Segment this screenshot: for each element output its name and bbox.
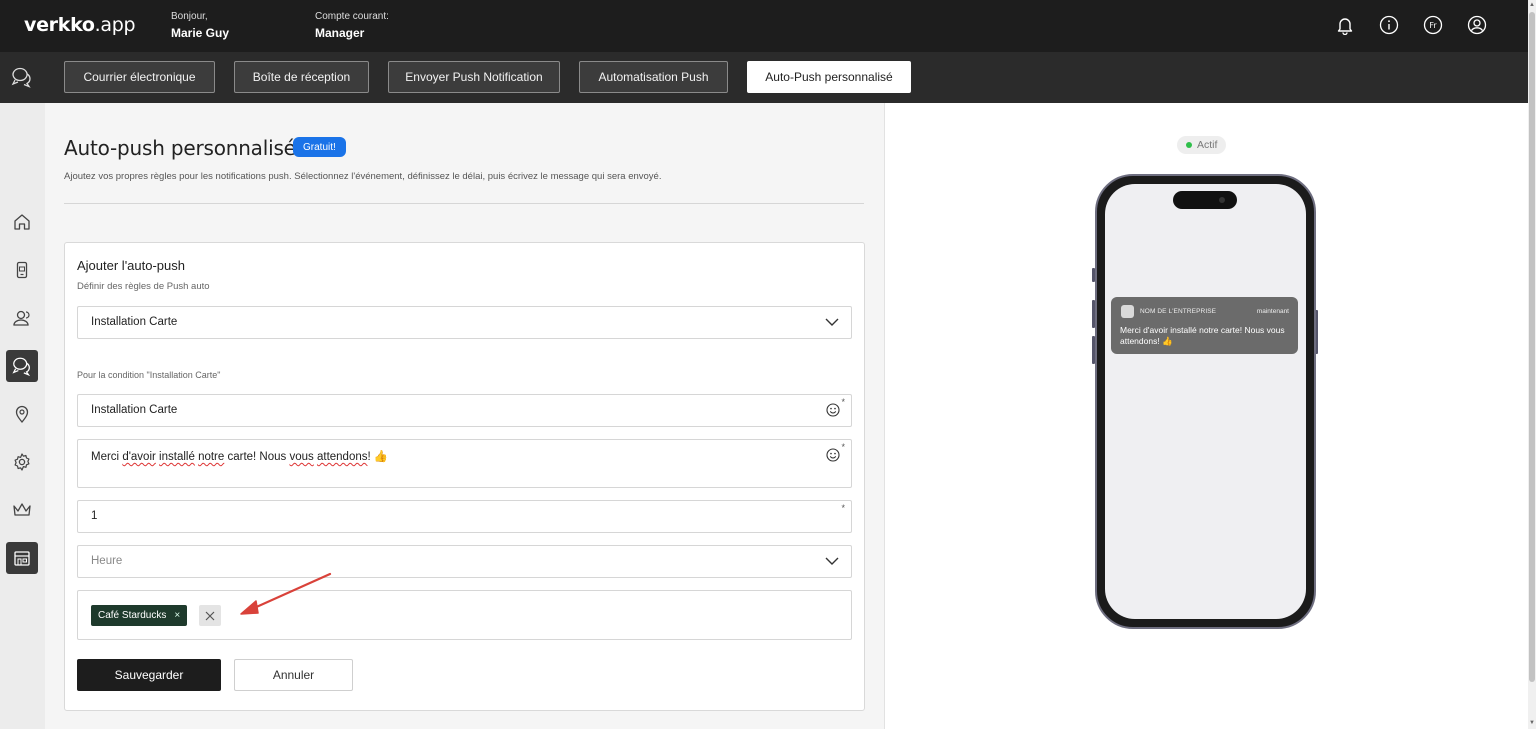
scroll-down-icon[interactable]: ▼ [1529, 720, 1535, 726]
emoji-icon[interactable] [826, 448, 840, 462]
top-bar: verkko.app Bonjour, Marie Guy Compte cou… [0, 0, 1528, 52]
notification-app-name: NOM DE L'ENTREPRISE [1140, 308, 1217, 315]
app-logo[interactable]: verkko.app [24, 14, 136, 36]
settings-icon[interactable] [6, 446, 38, 478]
phone-screen: NOM DE L'ENTREPRISE maintenant Merci d'a… [1105, 184, 1306, 619]
info-icon[interactable] [1378, 14, 1400, 36]
page-subtitle: Ajoutez vos propres règles pour les noti… [64, 171, 662, 182]
language-icon[interactable]: Fr [1422, 14, 1444, 36]
title-input[interactable]: Installation Carte * [77, 394, 852, 427]
chevron-down-icon [825, 557, 839, 565]
messages-toggle-icon[interactable] [10, 65, 34, 89]
account-label: Compte courant: [315, 11, 389, 22]
page-title: Auto-push personnalisé [64, 136, 296, 160]
emoji-icon[interactable] [826, 403, 840, 417]
form-title: Ajouter l'auto-push [77, 258, 185, 273]
delay-input[interactable]: 1 * [77, 500, 852, 533]
notification-body: Merci d'avoir installé notre carte! Nous… [1120, 325, 1285, 346]
tab-email[interactable]: Courrier électronique [64, 61, 215, 93]
store-chip-label: Café Starducks [98, 610, 167, 621]
divider [64, 203, 864, 204]
preview-panel: Actif NOM DE L'ENTREPRISE maintenant Mer… [884, 103, 1528, 729]
tab-push-automation[interactable]: Automatisation Push [579, 61, 728, 93]
status-dot [1186, 142, 1192, 148]
location-icon[interactable] [6, 398, 38, 430]
notification-time: maintenant [1256, 308, 1289, 315]
tab-bar: Courrier électronique Boîte de réception… [0, 52, 1528, 103]
current-account: Compte courant: Manager [315, 11, 389, 40]
scroll-up-icon[interactable]: ▲ [1529, 2, 1535, 8]
tab-inbox[interactable]: Boîte de réception [234, 61, 369, 93]
greeting-label: Bonjour, [171, 11, 208, 22]
app-icon [1121, 305, 1134, 318]
phone-mockup: NOM DE L'ENTREPRISE maintenant Merci d'a… [1095, 174, 1316, 629]
clear-selection-button[interactable] [199, 605, 221, 626]
store-chip: Café Starducks × [91, 605, 188, 626]
chevron-down-icon [825, 318, 839, 326]
account-role: Manager [315, 26, 365, 40]
store-multiselect[interactable]: Café Starducks × [77, 590, 852, 640]
message-textarea[interactable]: Merci d'avoir installé notre carte! Nous… [77, 439, 852, 488]
push-notification-preview: NOM DE L'ENTREPRISE maintenant Merci d'a… [1111, 297, 1298, 354]
bell-icon[interactable] [1334, 14, 1356, 36]
tab-send-push[interactable]: Envoyer Push Notification [388, 61, 560, 93]
messages-icon[interactable] [6, 350, 38, 382]
title-input-value: Installation Carte [91, 404, 178, 416]
header-actions: Fr [1334, 14, 1488, 36]
time-unit-select[interactable]: Heure [77, 545, 852, 578]
main-panel: Auto-push personnalisé Gratuit! Ajoutez … [45, 103, 884, 729]
user-name: Marie Guy [171, 26, 230, 40]
required-mark: * [841, 397, 845, 407]
event-select-value: Installation Carte [91, 316, 178, 328]
time-unit-placeholder: Heure [91, 555, 123, 567]
required-mark: * [841, 503, 845, 513]
tab-custom-auto-push[interactable]: Auto-Push personnalisé [747, 61, 911, 93]
message-value: Merci d'avoir installé notre carte! Nous… [91, 451, 389, 463]
event-select[interactable]: Installation Carte [77, 306, 852, 339]
mobile-card-icon[interactable] [6, 254, 38, 286]
users-icon[interactable] [6, 302, 38, 334]
scrollbar[interactable]: ▲ ▼ [1528, 0, 1536, 729]
home-icon[interactable] [6, 206, 38, 238]
crown-icon[interactable] [6, 494, 38, 526]
cancel-button[interactable]: Annuler [234, 659, 353, 691]
sidebar [0, 103, 45, 729]
condition-label: Pour la condition "Installation Carte" [77, 370, 221, 380]
remove-chip-icon[interactable]: × [174, 610, 180, 621]
form-subtitle: Définir des règles de Push auto [77, 281, 210, 292]
status-badge: Actif [1177, 136, 1227, 154]
scroll-thumb[interactable] [1529, 12, 1535, 682]
save-button[interactable]: Sauvegarder [77, 659, 221, 691]
greeting: Bonjour, Marie Guy [171, 11, 229, 40]
close-icon [205, 611, 215, 620]
svg-text:Fr: Fr [1429, 21, 1437, 30]
free-badge: Gratuit! [293, 137, 346, 157]
auto-push-form: Ajouter l'auto-push Définir des règles d… [64, 242, 865, 711]
store-icon[interactable] [6, 542, 38, 574]
required-mark: * [841, 442, 845, 452]
status-label: Actif [1197, 139, 1218, 151]
delay-value: 1 [91, 510, 98, 522]
dynamic-island [1173, 191, 1237, 209]
profile-icon[interactable] [1466, 14, 1488, 36]
